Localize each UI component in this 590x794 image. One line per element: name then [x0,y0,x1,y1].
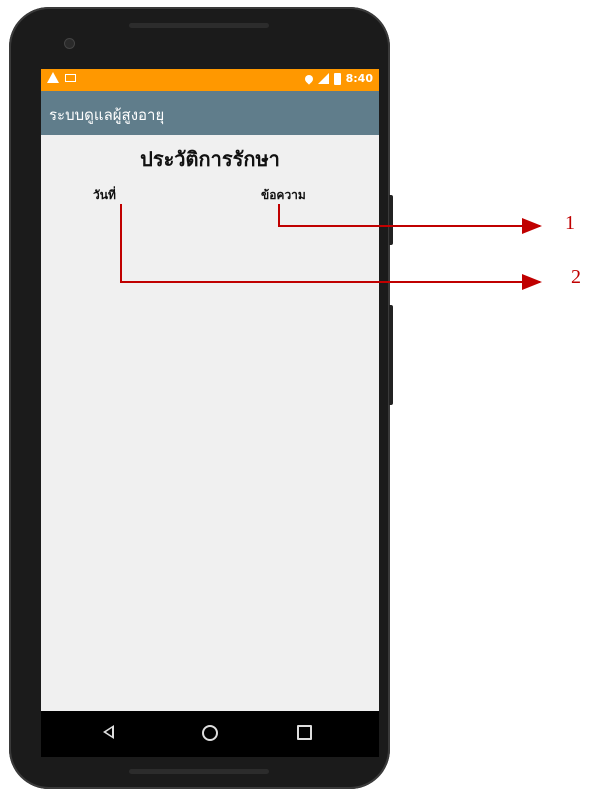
annotation-label-2: 2 [571,266,581,288]
signal-icon [317,73,329,84]
annotation-label-1: 1 [565,212,575,234]
app-title: ระบบดูแลผู้สูงอายุ [49,106,165,124]
navigation-bar [41,711,379,757]
screen: 8:40 ระบบดูแลผู้สูงอายุ ประวัติการรักษา … [41,69,379,757]
phone-frame: 8:40 ระบบดูแลผู้สูงอายุ ประวัติการรักษา … [9,7,390,789]
home-icon[interactable] [202,725,218,741]
back-icon[interactable] [103,725,114,739]
battery-icon [333,72,341,85]
mail-icon [65,73,76,82]
warning-icon [47,72,59,83]
speaker-grille-bottom [129,769,269,774]
status-time: 8:40 [345,72,373,85]
page-title: ประวัติการรักษา [140,147,280,171]
recent-apps-icon[interactable] [297,725,312,740]
column-header-date: วันที่ [93,188,116,202]
volume-button [389,195,393,245]
front-camera [65,39,74,48]
app-bar: ระบบดูแลผู้สูงอายุ [41,91,379,135]
power-button [389,305,393,405]
location-icon [302,72,315,85]
speaker-grille-top [129,23,269,28]
column-header-message: ข้อความ [261,188,306,202]
status-bar: 8:40 [41,69,379,91]
